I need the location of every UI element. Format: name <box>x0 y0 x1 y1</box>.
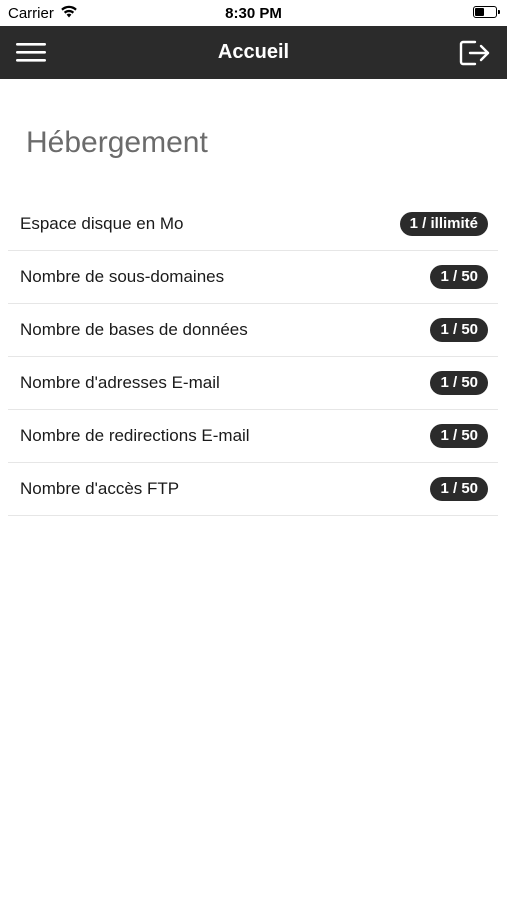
row-label: Nombre de bases de données <box>20 320 248 339</box>
quota-row-ftp-access: Nombre d'accès FTP 1 / 50 <box>8 463 498 516</box>
quota-row-email-redirections: Nombre de redirections E-mail 1 / 50 <box>8 410 498 463</box>
quota-badge: 1 / illimité <box>399 212 488 236</box>
quota-badge: 1 / 50 <box>430 371 488 395</box>
quota-list: Espace disque en Mo 1 / illimité Nombre … <box>8 198 498 516</box>
logout-icon <box>459 40 490 66</box>
section-title: Hébergement <box>26 126 208 159</box>
row-label: Nombre de sous-domaines <box>20 267 225 286</box>
navigation-bar: Accueil <box>0 26 507 79</box>
quota-badge: 1 / 50 <box>430 318 488 342</box>
status-bar: Carrier 8:30 PM <box>0 0 507 26</box>
row-label: Nombre d'accès FTP <box>20 479 180 498</box>
quota-badge: 1 / 50 <box>430 424 488 448</box>
status-time: 8:30 PM <box>225 5 282 22</box>
logout-button[interactable] <box>459 38 491 68</box>
quota-row-disk-space: Espace disque en Mo 1 / illimité <box>8 198 498 251</box>
row-label: Nombre de redirections E-mail <box>20 426 250 445</box>
row-label: Espace disque en Mo <box>20 214 184 233</box>
quota-badge: 1 / 50 <box>430 265 488 289</box>
row-label: Nombre d'adresses E-mail <box>20 373 220 392</box>
quota-row-subdomains: Nombre de sous-domaines 1 / 50 <box>8 251 498 304</box>
page-title: Accueil <box>217 41 290 63</box>
battery-icon <box>473 6 500 18</box>
quota-row-email-addresses: Nombre d'adresses E-mail 1 / 50 <box>8 357 498 410</box>
quota-row-databases: Nombre de bases de données 1 / 50 <box>8 304 498 357</box>
quota-badge: 1 / 50 <box>430 477 488 501</box>
